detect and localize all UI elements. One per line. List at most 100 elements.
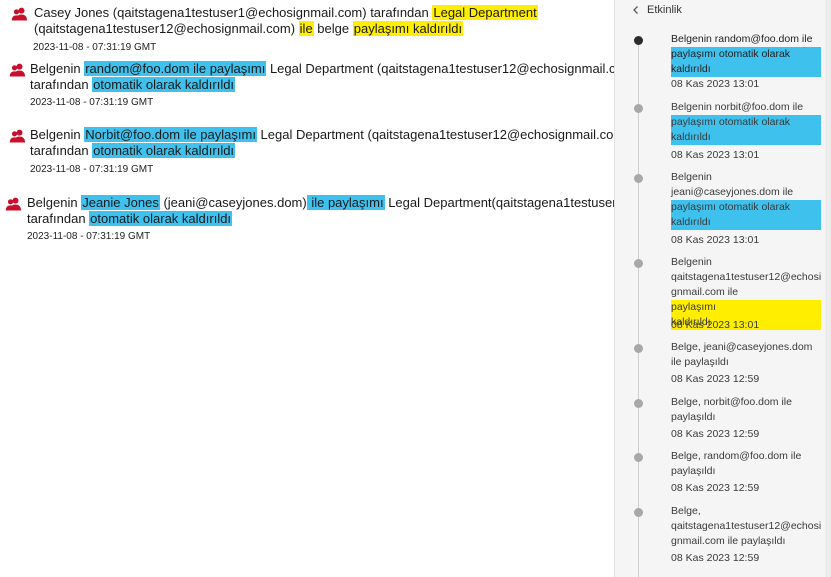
highlighted-text: kaldırıldı (671, 215, 821, 230)
text-segment: Casey Jones (qaitstagena1testuser1@echos… (34, 5, 433, 20)
text-segment: Belgenin (27, 195, 82, 210)
activity-item-line: gnmail.com ile paylaşımı (671, 285, 821, 315)
text-segment: Legal Department (qaitstagena1testuser12… (256, 127, 614, 142)
activity-item-line: paylaşımı otomatik olarak (671, 115, 821, 130)
text-segment: (qaitstagena1testuser12@echosignmail.com… (34, 21, 299, 36)
timeline-dot (634, 344, 643, 353)
audit-entry-timestamp: 2023-11-08 - 07:31:19 GMT (33, 42, 157, 53)
activity-item-line: Belgenin (671, 170, 821, 185)
audit-entry-line: tarafından otomatik olarak kaldırıldı (30, 77, 614, 93)
audit-entry-line: tarafından otomatik olarak kaldırıldı (30, 143, 614, 159)
activity-item-line: paylaşımı otomatik olarak (671, 200, 821, 215)
text-segment: belge (313, 21, 353, 36)
activity-item-date: 08 Kas 2023 13:01 (671, 234, 760, 246)
activity-item-date: 08 Kas 2023 13:01 (671, 319, 760, 331)
activity-item-line: Belge, norbit@foo.dom ile (671, 395, 821, 410)
activity-item-description: Belgenin norbit@foo.dom ile paylaşımı oto… (671, 100, 821, 145)
text-segment: Legal Department(qaitstagena1testuser12@… (388, 195, 614, 210)
activity-item-line: paylaşımı otomatik olarak (671, 47, 821, 62)
activity-item-description: Belge, jeani@caseyjones.dom ile paylaşıld… (671, 340, 821, 370)
activity-panel-title: Etkinlik (647, 4, 682, 16)
audit-entry-line: Belgenin random@foo.dom ile paylaşımı Le… (30, 61, 614, 77)
text-segment: Belgenin random@foo.dom ile (671, 33, 813, 45)
highlighted-text: kaldırıldı (671, 62, 821, 77)
highlighted-text: otomatik olarak kaldırıldı (92, 77, 236, 92)
text-segment: Belge, jeani@caseyjones.dom (671, 341, 813, 353)
activity-item-line: kaldırıldı (671, 215, 821, 230)
activity-item-date: 08 Kas 2023 12:59 (671, 373, 760, 385)
audit-entry-text: Belgenin Norbit@foo.dom ile paylaşımı Le… (30, 127, 614, 159)
text-segment: Belge, (671, 505, 701, 517)
highlighted-text: paylaşımı otomatik olarak (671, 47, 821, 62)
activity-item-line: paylaşıldı (671, 410, 821, 425)
activity-item-description: Belgenin jeani@caseyjones.dom ile paylaşım… (671, 170, 821, 230)
audit-entry-text: Belgenin random@foo.dom ile paylaşımı Le… (30, 61, 614, 93)
audit-entry-timestamp: 2023-11-08 - 07:31:19 GMT (27, 231, 151, 242)
audit-entry-line: Belgenin Jeanie Jones (jeani@caseyjones.… (27, 195, 614, 211)
highlighted-text: paylaşımı otomatik olarak (671, 200, 821, 215)
audit-entry-text: Belgenin Jeanie Jones (jeani@caseyjones.… (27, 195, 614, 227)
activity-item-line: Belge, jeani@caseyjones.dom (671, 340, 821, 355)
audit-entry-line: (qaitstagena1testuser12@echosignmail.com… (34, 21, 538, 37)
timeline-dot (634, 174, 643, 183)
text-segment: Belge, norbit@foo.dom ile (671, 396, 792, 408)
text-segment: gnmail.com ile paylaşıldı (671, 535, 786, 547)
text-segment: Belgenin (671, 171, 712, 183)
highlighted-text: random@foo.dom ile paylaşımı (84, 61, 267, 76)
highlighted-text: otomatik olarak kaldırıldı (92, 143, 236, 158)
activity-item-line: Belgenin random@foo.dom ile (671, 32, 821, 47)
activity-item-line: kaldırıldı (671, 62, 821, 77)
activity-item-date: 08 Kas 2023 12:59 (671, 428, 760, 440)
user-icon (9, 63, 25, 77)
activity-item-date: 08 Kas 2023 13:01 (671, 78, 760, 90)
activity-item-date: 08 Kas 2023 13:01 (671, 149, 760, 161)
activity-item-line: gnmail.com ile paylaşıldı (671, 534, 821, 549)
activity-back-button[interactable]: Etkinlik (630, 3, 682, 17)
text-segment: qaitstagena1testuser12@echosi (671, 271, 822, 283)
activity-item-line: qaitstagena1testuser12@echosi (671, 270, 821, 285)
text-segment: Belgenin (30, 127, 85, 142)
text-segment: Belgenin (671, 256, 712, 268)
activity-item-line: kaldırıldı (671, 130, 821, 145)
highlighted-text: Jeanie Jones (81, 195, 160, 210)
user-icon (5, 197, 21, 211)
text-segment: Belge, random@foo.dom ile (671, 450, 802, 462)
timeline-dot (634, 259, 643, 268)
text-segment: Belgenin (30, 61, 85, 76)
audit-entry-timestamp: 2023-11-08 - 07:31:19 GMT (30, 97, 154, 108)
activity-item-line: Belgenin norbit@foo.dom ile (671, 100, 821, 115)
panel-scrollbar[interactable] (825, 0, 831, 577)
text-segment: qaitstagena1testuser12@echosi (671, 520, 822, 532)
audit-entry-line: Belgenin Norbit@foo.dom ile paylaşımı Le… (30, 127, 614, 143)
text-segment: gnmail.com ile (671, 286, 739, 298)
text-segment: jeani@caseyjones.dom ile (671, 186, 794, 198)
activity-item-line: Belgenin (671, 255, 821, 270)
text-segment: Legal Department (qaitstagena1testuser12… (266, 61, 614, 76)
user-icon (9, 129, 25, 143)
text-segment: paylaşıldı (671, 411, 716, 423)
activity-item-description: Belge, qaitstagena1testuser12@echosi gnmai… (671, 504, 821, 549)
activity-item-line: jeani@caseyjones.dom ile (671, 185, 821, 200)
highlighted-text: otomatik olarak kaldırıldı (89, 211, 233, 226)
highlighted-text: paylaşımı otomatik olarak (671, 115, 821, 130)
highlighted-text: ile paylaşımı (306, 195, 385, 210)
activity-item-description: Belge, norbit@foo.dom ile paylaşıldı (671, 395, 821, 425)
audit-entry-line: Casey Jones (qaitstagena1testuser1@echos… (34, 5, 538, 21)
timeline-dot (634, 104, 643, 113)
text-segment: tarafından (27, 211, 90, 226)
activity-item-date: 08 Kas 2023 12:59 (671, 482, 760, 494)
audit-entry-line: tarafından otomatik olarak kaldırıldı (27, 211, 614, 227)
audit-entry-timestamp: 2023-11-08 - 07:31:19 GMT (30, 164, 154, 175)
highlighted-text: paylaşımı kaldırıldı (352, 21, 464, 36)
text-segment: tarafından (30, 77, 93, 92)
timeline-line (638, 38, 639, 577)
timeline-dot (634, 508, 643, 517)
highlighted-text: Norbit@foo.dom ile paylaşımı (84, 127, 257, 142)
user-icon (11, 7, 27, 21)
audit-entry-text: Casey Jones (qaitstagena1testuser1@echos… (34, 5, 538, 37)
highlighted-text: paylaşımı (671, 300, 821, 315)
text-segment: paylaşıldı (671, 465, 716, 477)
activity-item-line: qaitstagena1testuser12@echosi (671, 519, 821, 534)
text-segment: (jeani@caseyjones.dom) (159, 195, 307, 210)
text-segment: tarafından (30, 143, 93, 158)
